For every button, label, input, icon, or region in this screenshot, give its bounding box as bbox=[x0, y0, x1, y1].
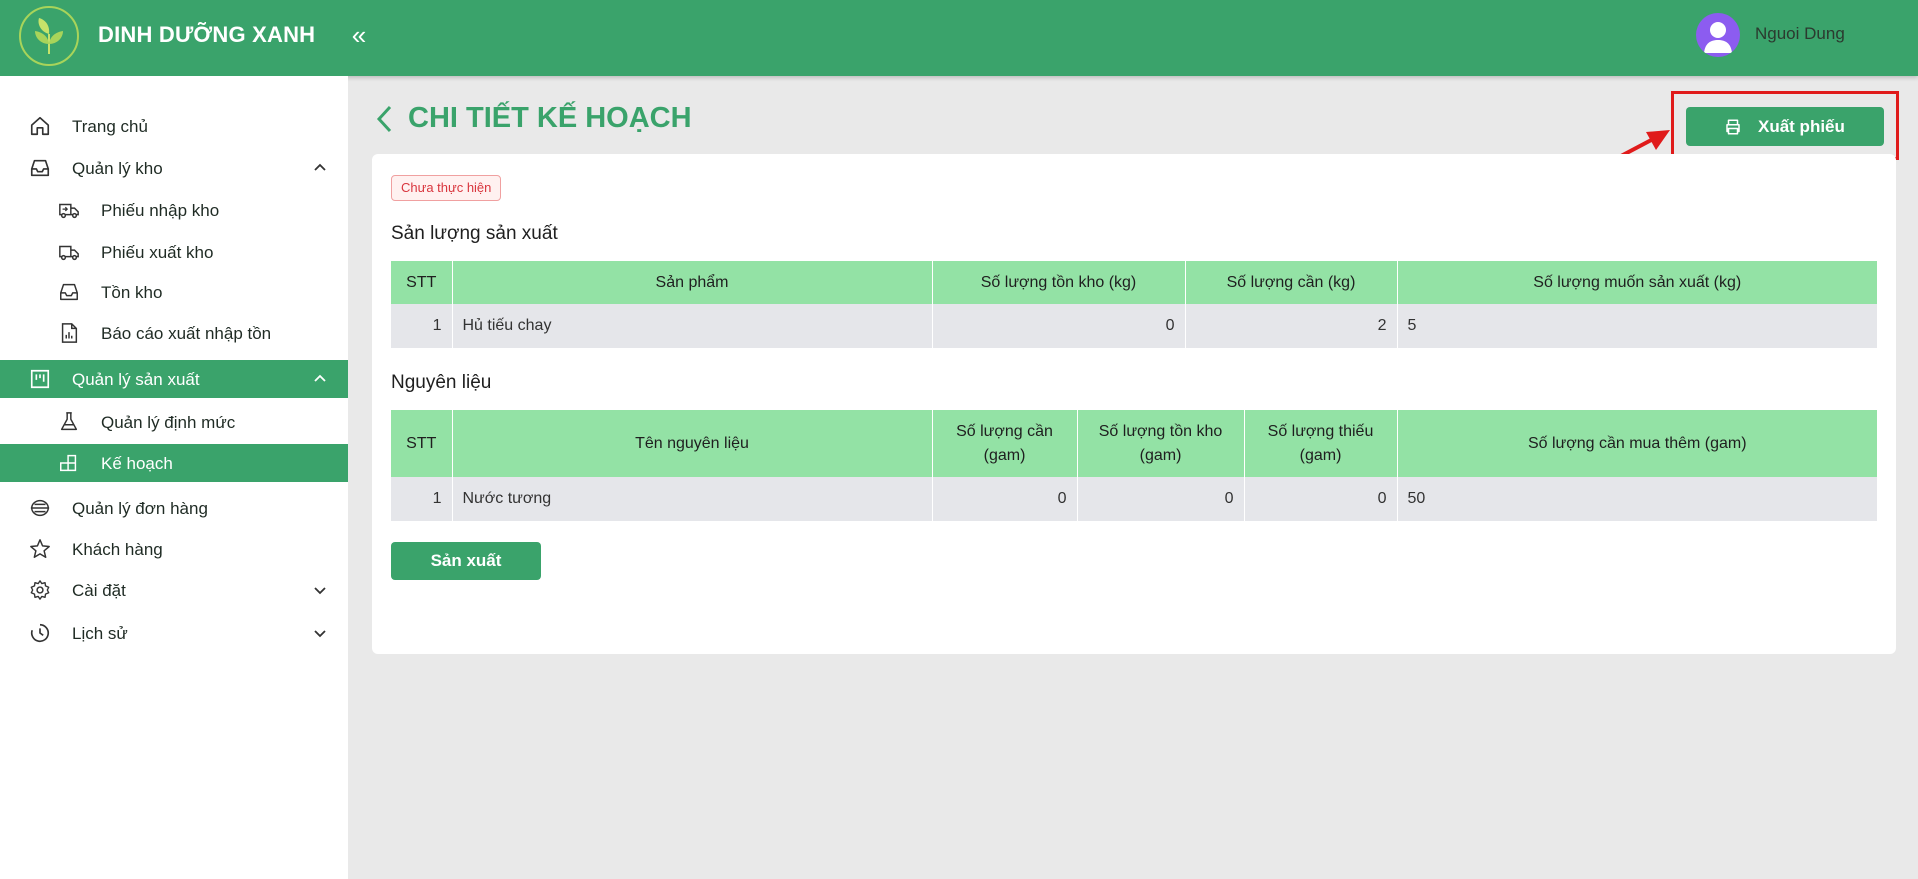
sidebar-item-label: Quản lý kho bbox=[72, 159, 163, 178]
factory-icon bbox=[30, 369, 50, 389]
back-icon[interactable] bbox=[374, 104, 396, 134]
chevron-down-icon bbox=[314, 630, 326, 638]
content-card bbox=[372, 154, 1896, 654]
sidebar-item-plan[interactable]: Kế hoạch bbox=[0, 444, 348, 482]
cell-buy-more: 50 bbox=[1397, 477, 1877, 521]
sidebar-item-export-slip[interactable]: Phiếu xuất kho bbox=[0, 233, 348, 271]
sidebar-item-orders[interactable]: Quản lý đơn hàng bbox=[0, 489, 348, 527]
blocks-icon bbox=[60, 454, 77, 472]
sidebar-item-settings[interactable]: Cài đặt bbox=[0, 571, 348, 609]
truck-out-icon bbox=[59, 245, 79, 261]
column-header: Số lượng muốn sản xuất (kg) bbox=[1397, 261, 1877, 304]
sidebar-item-label: Báo cáo xuất nhập tồn bbox=[101, 324, 272, 343]
sidebar-item-label: Tồn kho bbox=[101, 283, 163, 302]
top-bar: DINH DƯỠNG XANH « Nguoi Dung bbox=[0, 0, 1918, 76]
collapse-sidebar-button[interactable]: « bbox=[348, 20, 370, 50]
production-table: STT Sản phẩm Số lượng tồn kho (kg) Số lư… bbox=[391, 261, 1877, 348]
report-icon bbox=[61, 323, 78, 343]
leaf-logo-icon bbox=[35, 18, 63, 54]
sidebar-item-label: Lịch sử bbox=[72, 624, 128, 643]
inbox-icon bbox=[60, 283, 78, 301]
cell-need: 0 bbox=[932, 477, 1078, 521]
cell-stt: 1 bbox=[391, 477, 453, 521]
clock-icon bbox=[30, 623, 50, 643]
sidebar-item-production[interactable]: Quản lý sản xuất bbox=[0, 360, 348, 398]
sidebar-item-label: Phiếu nhập kho bbox=[101, 201, 220, 220]
gear-icon bbox=[30, 580, 50, 600]
user-name[interactable]: Nguoi Dung bbox=[1755, 24, 1845, 44]
cell-want: 5 bbox=[1397, 304, 1877, 348]
logo bbox=[19, 6, 79, 66]
cell-material-name: Nước tương bbox=[452, 477, 933, 521]
materials-table: STT Tên nguyên liệu Số lượng cần (gam) S… bbox=[391, 410, 1877, 521]
user-icon bbox=[1704, 22, 1732, 53]
column-header: Số lượng thiếu (gam) bbox=[1244, 410, 1398, 477]
sidebar-item-label: Trang chủ bbox=[72, 117, 148, 136]
sidebar-item-customers[interactable]: Khách hàng bbox=[0, 530, 348, 568]
produce-button[interactable]: Sản xuất bbox=[391, 542, 541, 580]
sidebar-item-warehouse[interactable]: Quản lý kho bbox=[0, 149, 348, 187]
materials-section-title: Nguyên liệu bbox=[391, 372, 492, 393]
status-badge: Chưa thực hiện bbox=[391, 175, 502, 201]
home-icon bbox=[30, 116, 50, 136]
table-row[interactable]: 1 Nước tương 0 0 0 50 bbox=[391, 477, 1877, 521]
sidebar-item-inventory-report[interactable]: Báo cáo xuất nhập tồn bbox=[0, 314, 348, 352]
order-icon bbox=[30, 499, 50, 517]
column-header: Tên nguyên liệu bbox=[452, 410, 933, 477]
production-section-title: Sản lượng sản xuất bbox=[391, 223, 558, 244]
sidebar-item-norms[interactable]: Quản lý định mức bbox=[0, 403, 348, 441]
table-row[interactable]: 1 Hủ tiếu chay 0 2 5 bbox=[391, 304, 1877, 348]
cell-missing: 0 bbox=[1244, 477, 1398, 521]
cell-stock: 0 bbox=[1077, 477, 1245, 521]
cell-stock: 0 bbox=[932, 304, 1186, 348]
highlight-box bbox=[1671, 91, 1899, 160]
chevron-down-icon bbox=[314, 587, 326, 595]
inbox-icon bbox=[30, 159, 50, 177]
flask-icon bbox=[60, 412, 78, 431]
brand-name: DINH DƯỠNG XANH bbox=[98, 22, 316, 47]
cell-need: 2 bbox=[1185, 304, 1398, 348]
chevron-up-icon bbox=[314, 374, 326, 382]
truck-in-icon bbox=[59, 203, 79, 219]
star-icon bbox=[30, 539, 50, 558]
sidebar-item-label: Quản lý định mức bbox=[101, 413, 236, 432]
page-title: CHI TIẾT KẾ HOẠCH bbox=[408, 102, 692, 134]
sidebar-item-history[interactable]: Lịch sử bbox=[0, 614, 348, 652]
column-header: Số lượng cần (kg) bbox=[1185, 261, 1398, 304]
column-header: STT bbox=[391, 410, 453, 477]
sidebar-item-home[interactable]: Trang chủ bbox=[0, 107, 348, 145]
sidebar-item-label: Phiếu xuất kho bbox=[101, 243, 214, 262]
sidebar-item-inventory[interactable]: Tồn kho bbox=[0, 273, 348, 311]
column-header: Số lượng tồn kho (gam) bbox=[1077, 410, 1245, 477]
column-header: STT bbox=[391, 261, 453, 304]
sidebar-item-label: Cài đặt bbox=[72, 581, 126, 600]
column-header: Số lượng cần (gam) bbox=[932, 410, 1078, 477]
sidebar-item-import-slip[interactable]: Phiếu nhập kho bbox=[0, 191, 348, 229]
cell-product: Hủ tiếu chay bbox=[452, 304, 933, 348]
chevron-up-icon bbox=[314, 163, 326, 171]
table-header-row: STT Tên nguyên liệu Số lượng cần (gam) S… bbox=[391, 410, 1877, 477]
sidebar-item-label: Quản lý đơn hàng bbox=[72, 499, 208, 518]
sidebar-item-label: Kế hoạch bbox=[101, 454, 173, 473]
cell-stt: 1 bbox=[391, 304, 453, 348]
table-header-row: STT Sản phẩm Số lượng tồn kho (kg) Số lư… bbox=[391, 261, 1877, 304]
user-avatar[interactable] bbox=[1696, 13, 1740, 57]
sidebar-item-label: Khách hàng bbox=[72, 540, 163, 559]
column-header: Số lượng cần mua thêm (gam) bbox=[1397, 410, 1877, 477]
column-header: Số lượng tồn kho (kg) bbox=[932, 261, 1186, 304]
column-header: Sản phẩm bbox=[452, 261, 933, 304]
sidebar-item-label: Quản lý sản xuất bbox=[72, 370, 200, 389]
